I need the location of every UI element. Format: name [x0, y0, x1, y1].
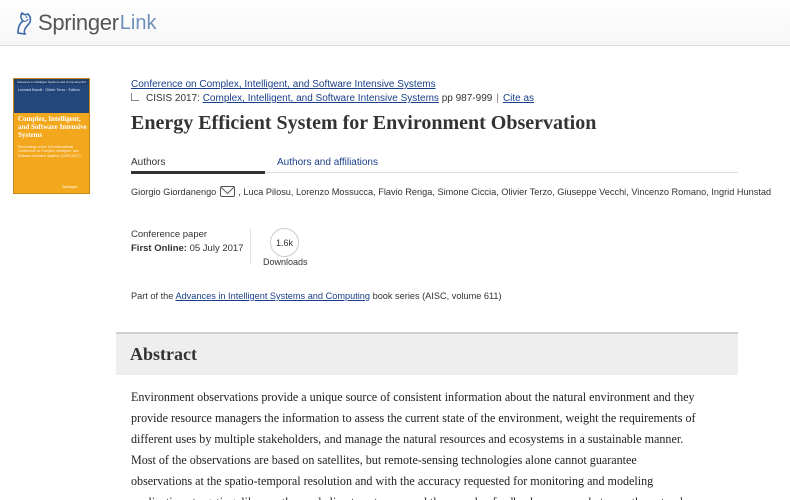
author-rest: , Luca Pilosu, Lorenzo Mossucca, Flavio … [238, 186, 772, 197]
abstract-line: observations at the spatio-temporal reso… [131, 474, 654, 488]
cover-title: Complex, Intelligent, and Software Inten… [18, 115, 87, 139]
series-suffix: book series (AISC, volume 611) [372, 291, 502, 301]
abstract-line: different uses by multiple stakeholders,… [131, 432, 684, 446]
downloads-label: Downloads [263, 257, 308, 267]
author-list: Giorgio Giordanengo , Luca Pilosu, Loren… [131, 186, 771, 197]
logo-link-text: Link [119, 11, 157, 34]
cover-publisher: Springer [62, 184, 78, 189]
cite-as-link[interactable]: Cite as [503, 93, 534, 104]
first-online-label: First Online: [131, 243, 187, 254]
author-first[interactable]: Giorgio Giordanengo [131, 187, 216, 197]
first-online: First Online: 05 July 2017 [131, 243, 243, 254]
proceedings-prefix: CISIS 2017: [146, 93, 200, 104]
abstract-heading: Abstract [130, 344, 197, 364]
first-online-date: 05 July 2017 [189, 243, 244, 254]
site-header: Springer Link [0, 0, 790, 46]
author-tabs: Authors Authors and affiliations [131, 155, 738, 174]
abstract-section-header[interactable]: Abstract [116, 332, 738, 375]
abstract-line: applications targeting, like weather and… [131, 492, 741, 500]
metrics-divider [250, 229, 251, 264]
breadcrumb-branch-icon [131, 93, 139, 101]
abstract-line: Most of the observations are based on sa… [131, 453, 637, 467]
series-link[interactable]: Advances in Intelligent Systems and Comp… [175, 291, 370, 301]
proceedings-breadcrumb: CISIS 2017: Complex, Intelligent, and So… [131, 93, 534, 104]
springer-link-logo[interactable]: Springer Link [12, 10, 156, 36]
logo-springer-text: Springer [38, 10, 119, 35]
tab-authors-affiliations[interactable]: Authors and affiliations [277, 155, 378, 168]
abstract-body: Environment observations provide a uniqu… [131, 387, 741, 500]
springer-horse-icon [17, 11, 32, 36]
tabs-divider [265, 172, 738, 173]
abstract-line: provide resource managers the informatio… [131, 411, 696, 425]
downloads-count: 1.6k [270, 228, 299, 257]
cover-subtitle: Proceedings of the 11th International Co… [18, 145, 81, 158]
page-range: pp 987-999 [441, 93, 493, 104]
content-type: Conference paper [131, 229, 208, 240]
email-icon[interactable] [220, 186, 236, 197]
abstract-line: Environment observations provide a uniqu… [131, 390, 695, 404]
conference-link[interactable]: Conference on Complex, Intelligent, and … [131, 79, 436, 90]
paper-title: Energy Efficient System for Environment … [131, 112, 597, 134]
tab-authors[interactable]: Authors [131, 155, 265, 174]
proceedings-link[interactable]: Complex, Intelligent, and Software Inten… [203, 93, 439, 104]
separator: | [496, 93, 499, 104]
series-prefix: Part of the [131, 291, 174, 301]
book-cover[interactable]: Advances in Intelligent Systems and Comp… [13, 78, 90, 194]
series-info: Part of the Advances in Intelligent Syst… [131, 291, 502, 301]
cover-editors: Leonard Barolli · Olivier Terzo · Editor… [18, 88, 80, 92]
